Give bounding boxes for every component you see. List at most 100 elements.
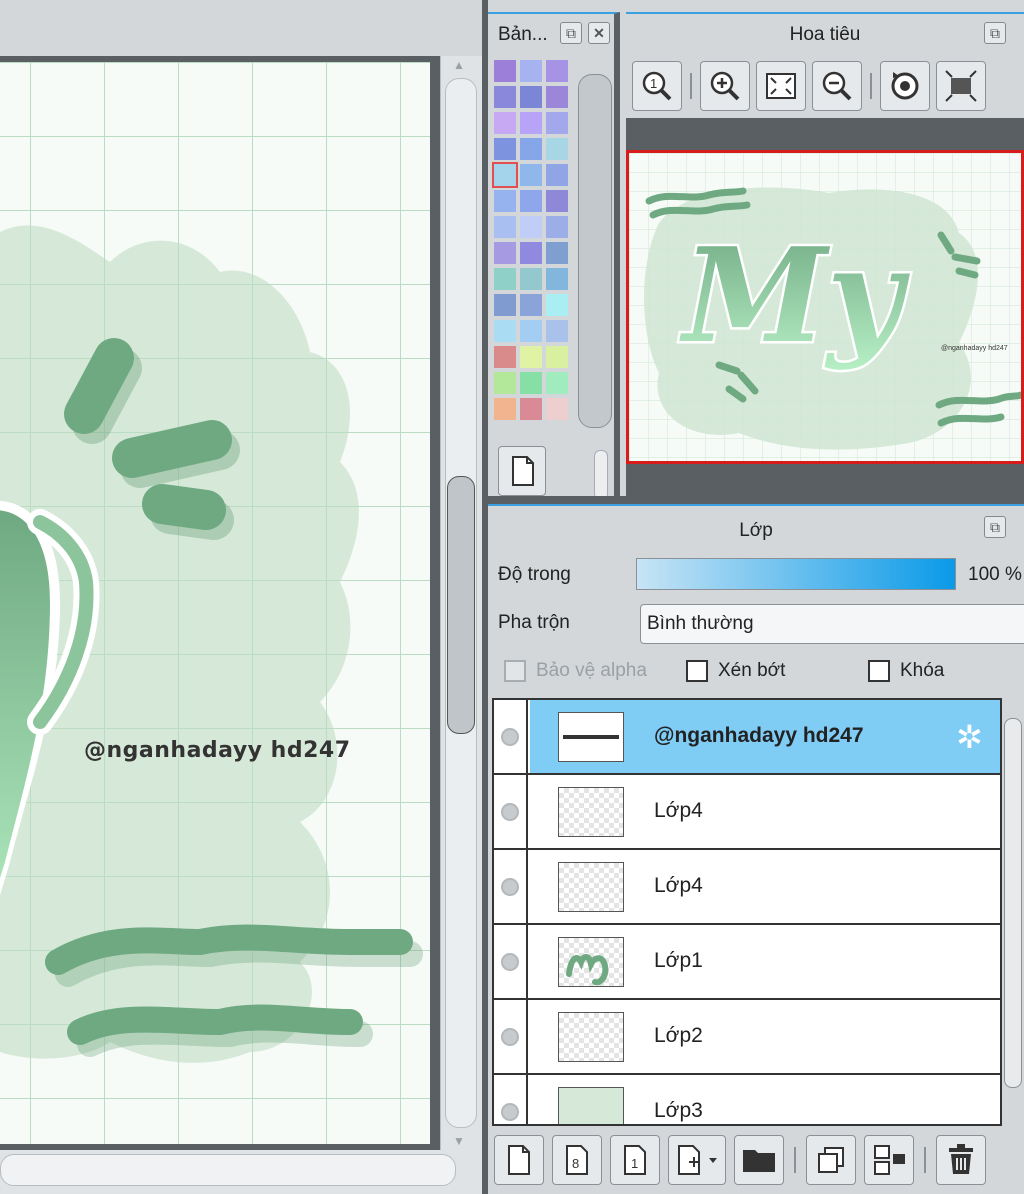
duplicate-layer-button[interactable] (806, 1135, 856, 1185)
checkbox-box[interactable] (504, 660, 526, 682)
zoom-out-button[interactable] (812, 61, 862, 111)
visibility-toggle[interactable] (494, 925, 528, 998)
new-raster-layer-button[interactable] (494, 1135, 544, 1185)
gear-icon[interactable]: ✲ (956, 718, 983, 756)
canvas-horizontal-scrollbar[interactable] (0, 1150, 482, 1194)
scroll-thumb[interactable] (1004, 718, 1022, 1088)
color-swatch[interactable] (546, 138, 568, 160)
float-window-icon[interactable]: ⧉ (560, 22, 582, 44)
color-swatch[interactable] (546, 164, 568, 186)
layer-name-cell[interactable]: @nganhadayy hd247 ✲ (530, 700, 1000, 773)
color-swatch[interactable] (546, 320, 568, 342)
layer-row[interactable]: Lớp4 (494, 850, 1000, 925)
color-swatch[interactable] (546, 190, 568, 212)
scroll-up-icon[interactable]: ▲ (453, 58, 465, 72)
palette-mini-scrollbar[interactable] (594, 450, 608, 500)
layer-row[interactable]: Lớp3 (494, 1075, 1000, 1124)
layer-name-cell[interactable]: Lớp1 (530, 925, 1000, 998)
color-swatch[interactable] (494, 268, 516, 290)
color-swatch[interactable] (520, 294, 542, 316)
checkbox-box[interactable] (868, 660, 890, 682)
blend-mode-select[interactable]: Bình thường (640, 604, 1024, 644)
color-swatch[interactable] (546, 372, 568, 394)
color-swatch[interactable] (494, 346, 516, 368)
color-swatch[interactable] (520, 346, 542, 368)
fit-window-button[interactable] (756, 61, 806, 111)
color-swatch[interactable] (546, 242, 568, 264)
protect-alpha-checkbox[interactable]: Bảo vệ alpha (504, 660, 647, 682)
color-swatch[interactable] (520, 60, 542, 82)
close-icon[interactable]: ✕ (588, 22, 610, 44)
color-swatch[interactable] (546, 216, 568, 238)
scroll-thumb[interactable] (447, 476, 475, 734)
color-swatch[interactable] (494, 372, 516, 394)
color-swatch[interactable] (494, 294, 516, 316)
color-swatch[interactable] (520, 372, 542, 394)
color-swatch[interactable] (494, 320, 516, 342)
color-swatch[interactable] (546, 268, 568, 290)
drawing-canvas[interactable]: @nganhadayy hd247 (0, 62, 430, 1144)
color-swatch[interactable] (494, 398, 516, 420)
color-swatch[interactable] (494, 216, 516, 238)
navigator-preview[interactable]: My @nganhadayy hd247 (626, 150, 1024, 464)
new-color-set-button[interactable] (498, 446, 546, 496)
color-swatch[interactable] (494, 242, 516, 264)
color-swatch[interactable] (520, 398, 542, 420)
visibility-toggle[interactable] (494, 850, 528, 923)
color-swatch[interactable] (546, 86, 568, 108)
layer-name-cell[interactable]: Lớp4 (530, 775, 1000, 848)
color-swatch[interactable] (494, 138, 516, 160)
scroll-track[interactable] (0, 1154, 456, 1186)
color-swatch[interactable] (520, 216, 542, 238)
layer-row[interactable]: Lớp1 (494, 925, 1000, 1000)
visibility-toggle[interactable] (494, 775, 528, 848)
zoom-in-button[interactable] (700, 61, 750, 111)
layer-name-cell[interactable]: Lớp4 (530, 850, 1000, 923)
float-window-icon[interactable]: ⧉ (984, 516, 1006, 538)
color-swatch[interactable] (546, 346, 568, 368)
visibility-toggle[interactable] (494, 1075, 528, 1124)
color-swatch[interactable] (520, 164, 542, 186)
layer-row[interactable]: Lớp4 (494, 775, 1000, 850)
float-window-icon[interactable]: ⧉ (984, 22, 1006, 44)
color-swatch[interactable] (494, 86, 516, 108)
layer-name-cell[interactable]: Lớp3 (530, 1075, 1000, 1124)
clip-checkbox[interactable]: Xén bớt (686, 660, 785, 682)
color-swatch[interactable] (546, 60, 568, 82)
new-folder-button[interactable] (734, 1135, 784, 1185)
color-swatch[interactable] (546, 294, 568, 316)
color-swatch[interactable] (520, 190, 542, 212)
merge-down-button[interactable] (864, 1135, 914, 1185)
color-swatch[interactable] (546, 398, 568, 420)
delete-layer-button[interactable] (936, 1135, 986, 1185)
color-swatch[interactable] (520, 86, 542, 108)
visibility-toggle[interactable] (494, 1000, 528, 1073)
layer-name-cell[interactable]: Lớp2 (530, 1000, 1000, 1073)
visibility-toggle[interactable] (494, 700, 528, 773)
opacity-slider[interactable] (636, 558, 956, 590)
new-1bit-layer-button[interactable]: 1 (610, 1135, 660, 1185)
reset-rotation-button[interactable] (880, 61, 930, 111)
fit-canvas-button[interactable] (936, 61, 986, 111)
palette-scrollbar[interactable] (578, 74, 612, 428)
color-swatch[interactable] (546, 112, 568, 134)
canvas-vertical-scrollbar[interactable]: ▲ ▼ (440, 56, 482, 1150)
layer-row[interactable]: @nganhadayy hd247 ✲ (494, 700, 1000, 775)
color-swatch[interactable] (520, 112, 542, 134)
color-swatch[interactable] (494, 190, 516, 212)
color-swatch[interactable] (494, 60, 516, 82)
color-swatch[interactable] (520, 320, 542, 342)
scroll-down-icon[interactable]: ▼ (453, 1134, 465, 1148)
zoom-100-button[interactable]: 1 (632, 61, 682, 111)
panel-divider[interactable] (488, 496, 1024, 504)
layer-row[interactable]: Lớp2 (494, 1000, 1000, 1075)
layer-list-scrollbar[interactable] (1004, 702, 1022, 1126)
add-layer-menu-button[interactable] (668, 1135, 726, 1185)
color-swatch[interactable] (492, 162, 518, 188)
lock-checkbox[interactable]: Khóa (868, 660, 944, 682)
new-8bit-layer-button[interactable]: 8 (552, 1135, 602, 1185)
color-swatch[interactable] (520, 268, 542, 290)
color-swatch[interactable] (494, 112, 516, 134)
color-swatch[interactable] (520, 138, 542, 160)
checkbox-box[interactable] (686, 660, 708, 682)
